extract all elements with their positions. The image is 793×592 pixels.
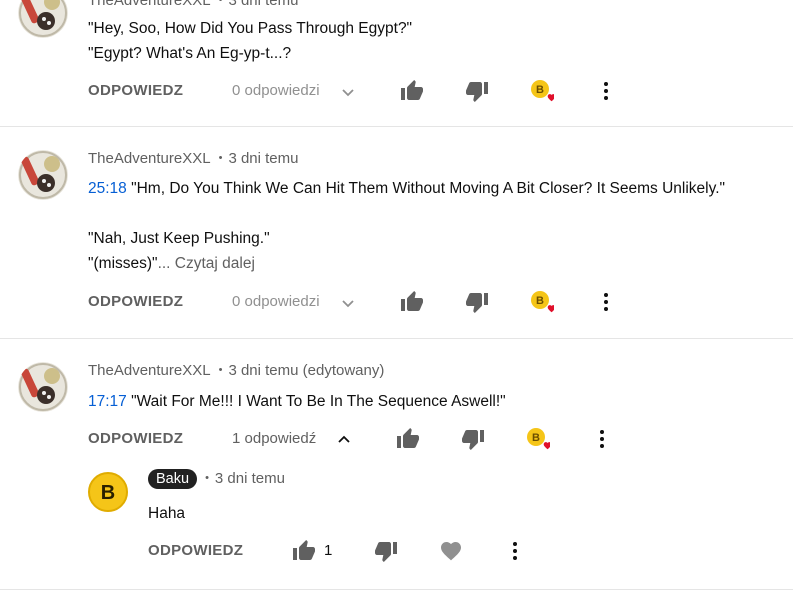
heart-icon[interactable] bbox=[439, 539, 463, 563]
comment-actions: ODPOWIEDZ 0 odpowiedzi B bbox=[0, 79, 793, 103]
chevron-up-icon[interactable] bbox=[336, 431, 352, 447]
baku-logo-icon: B bbox=[101, 482, 115, 504]
reply-avatar[interactable]: B bbox=[88, 472, 128, 512]
comment-1: TheAdventureXXL • 3 dni temu "Hey, Soo, Ho… bbox=[0, 0, 793, 126]
thumbs-up-icon[interactable] bbox=[292, 539, 316, 563]
comment-time[interactable]: 3 dni temu (edytowany) bbox=[228, 362, 384, 379]
comment-line: 25:18 "Hm, Do You Think We Can Hit Them … bbox=[88, 176, 725, 201]
comment-time[interactable]: 3 dni temu bbox=[228, 150, 298, 167]
comment-line: "(misses)"... Czytaj dalej bbox=[88, 251, 725, 276]
chevron-down-icon[interactable] bbox=[340, 295, 356, 311]
comment-line: "Nah, Just Keep Pushing." bbox=[88, 230, 270, 247]
author-name[interactable]: TheAdventureXXL bbox=[88, 362, 211, 379]
svg-text:B: B bbox=[536, 84, 544, 96]
comment-line: "Hey, Soo, How Did You Pass Through Egyp… bbox=[88, 20, 413, 37]
timestamp-link[interactable]: 25:18 bbox=[88, 180, 127, 197]
comment-line: 17:17 "Wait For Me!!! I Want To Be In Th… bbox=[88, 389, 506, 414]
replies-count[interactable]: 0 odpowiedzi bbox=[232, 82, 320, 99]
author-avatar[interactable] bbox=[18, 362, 68, 412]
avatar-letter: B bbox=[101, 482, 115, 504]
replies-count[interactable]: 0 odpowiedzi bbox=[232, 293, 320, 310]
divider bbox=[0, 589, 793, 590]
reply-actions: ODPOWIEDZ 1 bbox=[0, 539, 793, 563]
creator-heart-icon: B bbox=[531, 80, 554, 102]
reply-thread: B Baku • 3 dni temu Haha ODPOWIEDZ 1 bbox=[0, 463, 793, 573]
thumbs-down-icon[interactable] bbox=[465, 290, 489, 314]
comment-meta: TheAdventureXXL • 3 dni temu bbox=[88, 0, 298, 9]
thumbs-up-icon[interactable] bbox=[400, 290, 424, 314]
comment-text: "Hey, Soo, How Did You Pass Through Egyp… bbox=[88, 16, 412, 66]
comment-meta: TheAdventureXXL • 3 dni temu (edytowany) bbox=[88, 362, 385, 379]
comment-line-rest: "Wait For Me!!! I Want To Be In The Sequ… bbox=[126, 393, 506, 410]
thumbs-down-icon[interactable] bbox=[374, 539, 398, 563]
creator-heart-icon: B bbox=[527, 428, 550, 450]
comment-2: TheAdventureXXL • 3 dni temu 25:18 "Hm, Do… bbox=[0, 127, 793, 338]
author-name[interactable]: TheAdventureXXL bbox=[88, 150, 211, 167]
reply-meta: Baku • 3 dni temu bbox=[148, 469, 285, 489]
chevron-down-icon[interactable] bbox=[340, 84, 356, 100]
timestamp-link[interactable]: 17:17 bbox=[88, 393, 127, 410]
comment-text: 25:18 "Hm, Do You Think We Can Hit Them … bbox=[88, 176, 725, 276]
author-name[interactable]: TheAdventureXXL bbox=[88, 0, 211, 9]
reply-text: Haha bbox=[148, 505, 186, 522]
svg-text:B: B bbox=[536, 295, 544, 307]
replies-count[interactable]: 1 odpowiedź bbox=[232, 430, 316, 447]
author-avatar[interactable] bbox=[18, 0, 68, 38]
thumbs-up-icon[interactable] bbox=[396, 427, 420, 451]
comment-actions: ODPOWIEDZ 1 odpowiedź B bbox=[0, 427, 793, 451]
comment-line-rest: "(misses)" bbox=[88, 255, 158, 272]
more-vertical-icon[interactable] bbox=[594, 290, 618, 314]
comment-line: "Egypt? What's An Eg-yp-t...? bbox=[88, 45, 292, 62]
reply-button[interactable]: ODPOWIEDZ bbox=[88, 430, 183, 447]
author-avatar[interactable] bbox=[18, 150, 68, 200]
reply-button[interactable]: ODPOWIEDZ bbox=[88, 293, 183, 310]
thumbs-down-icon[interactable] bbox=[465, 79, 489, 103]
comment-3: TheAdventureXXL • 3 dni temu (edytowany) 1… bbox=[0, 339, 793, 589]
comment-text: 17:17 "Wait For Me!!! I Want To Be In Th… bbox=[88, 389, 506, 414]
thumbs-up-icon[interactable] bbox=[400, 79, 424, 103]
more-vertical-icon[interactable] bbox=[503, 539, 527, 563]
comment-time[interactable]: 3 dni temu bbox=[228, 0, 298, 9]
more-vertical-icon[interactable] bbox=[590, 427, 614, 451]
creator-heart-icon: B bbox=[531, 291, 554, 313]
comment-actions: ODPOWIEDZ 0 odpowiedzi B bbox=[0, 290, 793, 314]
reply-button[interactable]: ODPOWIEDZ bbox=[88, 82, 183, 99]
comment-meta: TheAdventureXXL • 3 dni temu bbox=[88, 150, 299, 167]
read-more-link[interactable]: ... Czytaj dalej bbox=[158, 255, 255, 272]
more-vertical-icon[interactable] bbox=[594, 79, 618, 103]
like-count: 1 bbox=[324, 542, 333, 559]
svg-text:B: B bbox=[532, 432, 540, 444]
reply-time[interactable]: 3 dni temu bbox=[215, 470, 285, 487]
comment-line-rest: "Hm, Do You Think We Can Hit Them Withou… bbox=[126, 180, 726, 197]
thumbs-down-icon[interactable] bbox=[461, 427, 485, 451]
author-badge[interactable]: Baku bbox=[148, 469, 198, 489]
reply-button[interactable]: ODPOWIEDZ bbox=[148, 542, 243, 559]
